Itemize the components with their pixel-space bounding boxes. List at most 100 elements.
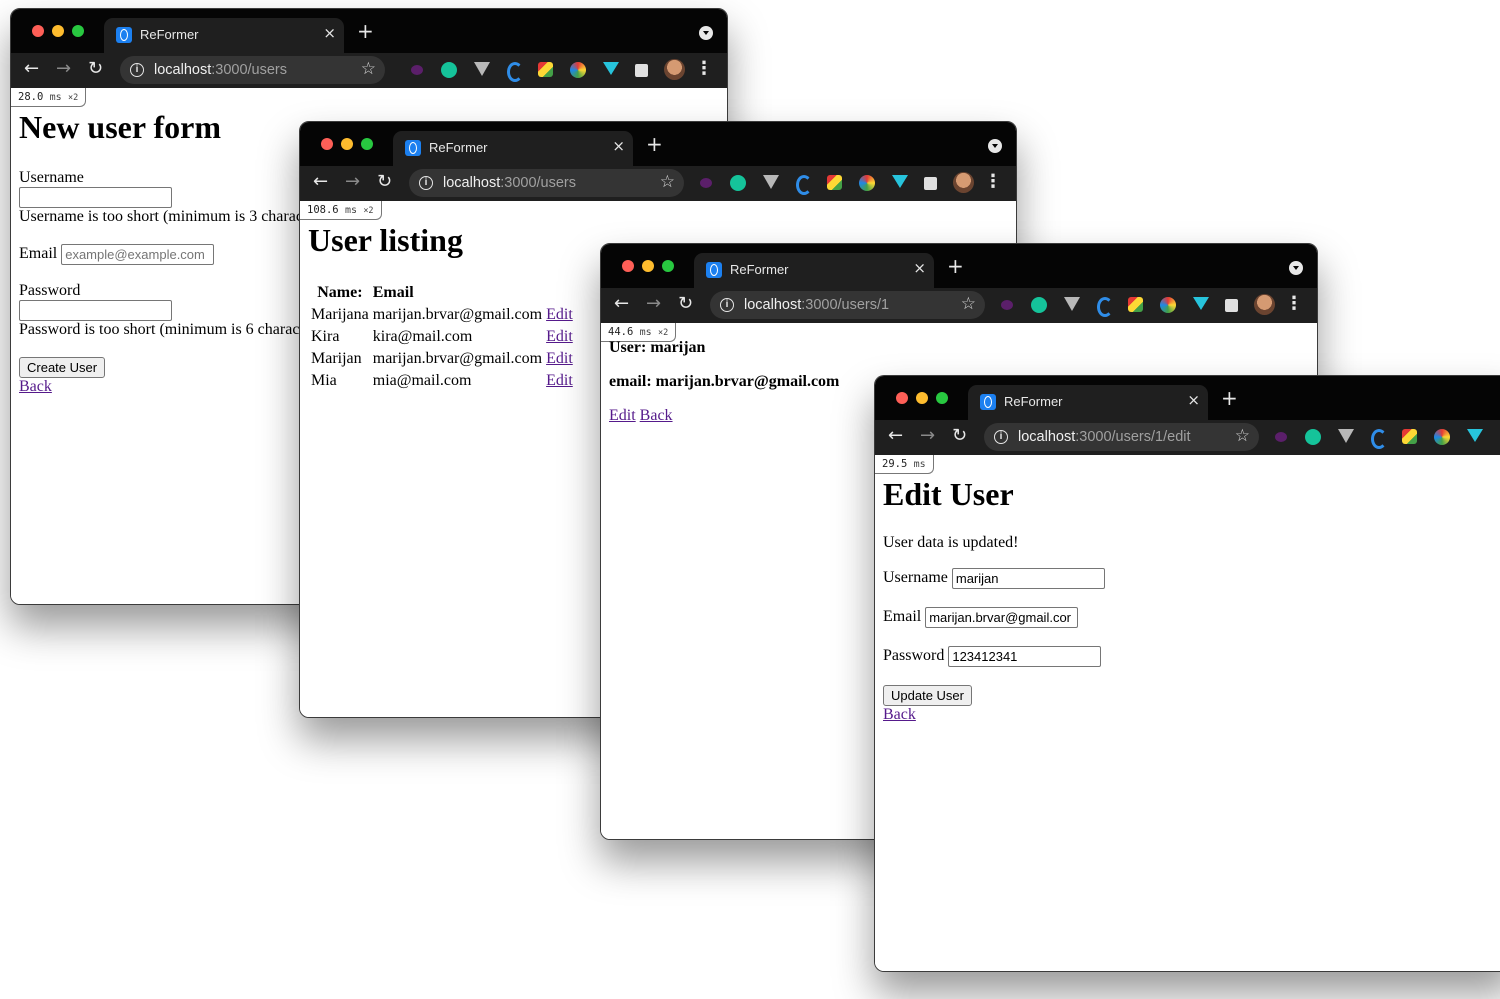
- browser-menu-icon[interactable]: ⋮: [695, 58, 713, 79]
- info-icon[interactable]: i: [130, 63, 144, 77]
- color-picker-icon[interactable]: [1434, 429, 1450, 445]
- info-icon[interactable]: i: [994, 430, 1008, 444]
- password-input[interactable]: [19, 300, 172, 321]
- update-user-button[interactable]: Update User: [883, 685, 972, 706]
- back-link[interactable]: Back: [19, 378, 52, 395]
- tab-close-icon[interactable]: ×: [913, 259, 926, 277]
- extension-color-icon[interactable]: [538, 62, 553, 77]
- tab-close-icon[interactable]: ×: [1187, 391, 1200, 409]
- extension-c-icon[interactable]: [1097, 297, 1113, 317]
- grammarly-icon[interactable]: [1305, 429, 1321, 445]
- reload-icon[interactable]: ↻: [678, 294, 693, 314]
- extension-color-icon[interactable]: [1128, 297, 1143, 312]
- minimize-window-button[interactable]: [642, 260, 654, 272]
- browser-tab[interactable]: ReFormer ×: [104, 18, 344, 53]
- extension-icon[interactable]: [1001, 300, 1013, 310]
- back-arrow-icon[interactable]: ←: [888, 426, 903, 446]
- color-picker-icon[interactable]: [1160, 297, 1176, 313]
- new-tab-button[interactable]: +: [1221, 388, 1238, 408]
- extension-c-icon[interactable]: [1371, 429, 1387, 449]
- extensions-puzzle-icon[interactable]: [924, 177, 937, 190]
- edit-link[interactable]: Edit: [609, 407, 636, 424]
- reload-icon[interactable]: ↻: [952, 426, 967, 446]
- filter-extension-icon[interactable]: [892, 175, 908, 188]
- forward-arrow-icon[interactable]: →: [56, 59, 71, 79]
- extension-c-icon[interactable]: [796, 175, 812, 195]
- tab-search-icon[interactable]: [699, 26, 713, 40]
- new-tab-button[interactable]: +: [357, 21, 374, 41]
- maximize-window-button[interactable]: [361, 138, 373, 150]
- extension-color-icon[interactable]: [827, 175, 842, 190]
- vue-devtools-icon[interactable]: [763, 175, 779, 189]
- username-input[interactable]: [19, 187, 172, 208]
- forward-arrow-icon[interactable]: →: [920, 426, 935, 446]
- vue-devtools-icon[interactable]: [1338, 429, 1354, 443]
- profile-avatar[interactable]: [664, 59, 685, 80]
- extensions-puzzle-icon[interactable]: [635, 64, 648, 77]
- back-link[interactable]: Back: [640, 407, 673, 424]
- filter-extension-icon[interactable]: [1467, 429, 1483, 442]
- create-user-button[interactable]: Create User: [19, 357, 106, 378]
- extensions-puzzle-icon[interactable]: [1225, 299, 1238, 312]
- color-picker-icon[interactable]: [859, 175, 875, 191]
- info-icon[interactable]: i: [419, 176, 433, 190]
- profile-avatar[interactable]: [1254, 294, 1275, 315]
- timing-badge[interactable]: 29.5 ms: [875, 455, 934, 474]
- bookmark-star-icon[interactable]: ☆: [361, 59, 376, 79]
- bookmark-star-icon[interactable]: ☆: [1235, 426, 1250, 446]
- new-tab-button[interactable]: +: [646, 134, 663, 154]
- edit-user-link[interactable]: Edit: [546, 328, 573, 345]
- forward-arrow-icon[interactable]: →: [345, 172, 360, 192]
- close-window-button[interactable]: [896, 392, 908, 404]
- minimize-window-button[interactable]: [916, 392, 928, 404]
- browser-menu-icon[interactable]: ⋮: [984, 171, 1002, 192]
- reload-icon[interactable]: ↻: [88, 59, 103, 79]
- address-bar[interactable]: i localhost:3000/users/1/edit ☆: [984, 423, 1259, 451]
- maximize-window-button[interactable]: [72, 25, 84, 37]
- edit-user-link[interactable]: Edit: [546, 350, 573, 367]
- browser-tab[interactable]: ReFormer ×: [694, 253, 934, 288]
- browser-menu-icon[interactable]: ⋮: [1285, 293, 1303, 314]
- close-window-button[interactable]: [321, 138, 333, 150]
- back-arrow-icon[interactable]: ←: [614, 294, 629, 314]
- filter-extension-icon[interactable]: [1193, 297, 1209, 310]
- browser-tab[interactable]: ReFormer ×: [968, 385, 1208, 420]
- address-bar[interactable]: i localhost:3000/users/1 ☆: [710, 291, 985, 319]
- back-arrow-icon[interactable]: ←: [24, 59, 39, 79]
- tab-search-icon[interactable]: [988, 139, 1002, 153]
- edit-user-link[interactable]: Edit: [546, 372, 573, 389]
- vue-devtools-icon[interactable]: [1064, 297, 1080, 311]
- back-link[interactable]: Back: [883, 706, 916, 723]
- extension-icon[interactable]: [1275, 432, 1287, 442]
- password-input[interactable]: 123412341: [948, 646, 1102, 667]
- edit-user-link[interactable]: Edit: [546, 306, 573, 323]
- timing-badge[interactable]: 108.6 ms ×2: [300, 201, 382, 220]
- profile-avatar[interactable]: [953, 172, 974, 193]
- color-picker-icon[interactable]: [570, 62, 586, 78]
- close-window-button[interactable]: [32, 25, 44, 37]
- bookmark-star-icon[interactable]: ☆: [961, 294, 976, 314]
- grammarly-icon[interactable]: [730, 175, 746, 191]
- vue-devtools-icon[interactable]: [474, 62, 490, 76]
- tab-close-icon[interactable]: ×: [612, 137, 625, 155]
- extension-c-icon[interactable]: [507, 62, 523, 82]
- grammarly-icon[interactable]: [441, 62, 457, 78]
- username-input[interactable]: marijan: [951, 568, 1105, 589]
- maximize-window-button[interactable]: [662, 260, 674, 272]
- back-arrow-icon[interactable]: ←: [313, 172, 328, 192]
- close-window-button[interactable]: [622, 260, 634, 272]
- tab-search-icon[interactable]: [1289, 261, 1303, 275]
- tab-close-icon[interactable]: ×: [323, 24, 336, 42]
- reload-icon[interactable]: ↻: [377, 172, 392, 192]
- address-bar[interactable]: i localhost:3000/users ☆: [409, 169, 684, 197]
- minimize-window-button[interactable]: [52, 25, 64, 37]
- address-bar[interactable]: i localhost:3000/users ☆: [120, 56, 385, 84]
- extension-color-icon[interactable]: [1402, 429, 1417, 444]
- new-tab-button[interactable]: +: [947, 256, 964, 276]
- browser-tab[interactable]: ReFormer ×: [393, 131, 633, 166]
- filter-extension-icon[interactable]: [603, 62, 619, 75]
- grammarly-icon[interactable]: [1031, 297, 1047, 313]
- maximize-window-button[interactable]: [936, 392, 948, 404]
- email-input[interactable]: marijan.brvar@gmail.cor: [925, 607, 1079, 628]
- extension-icon[interactable]: [700, 178, 712, 188]
